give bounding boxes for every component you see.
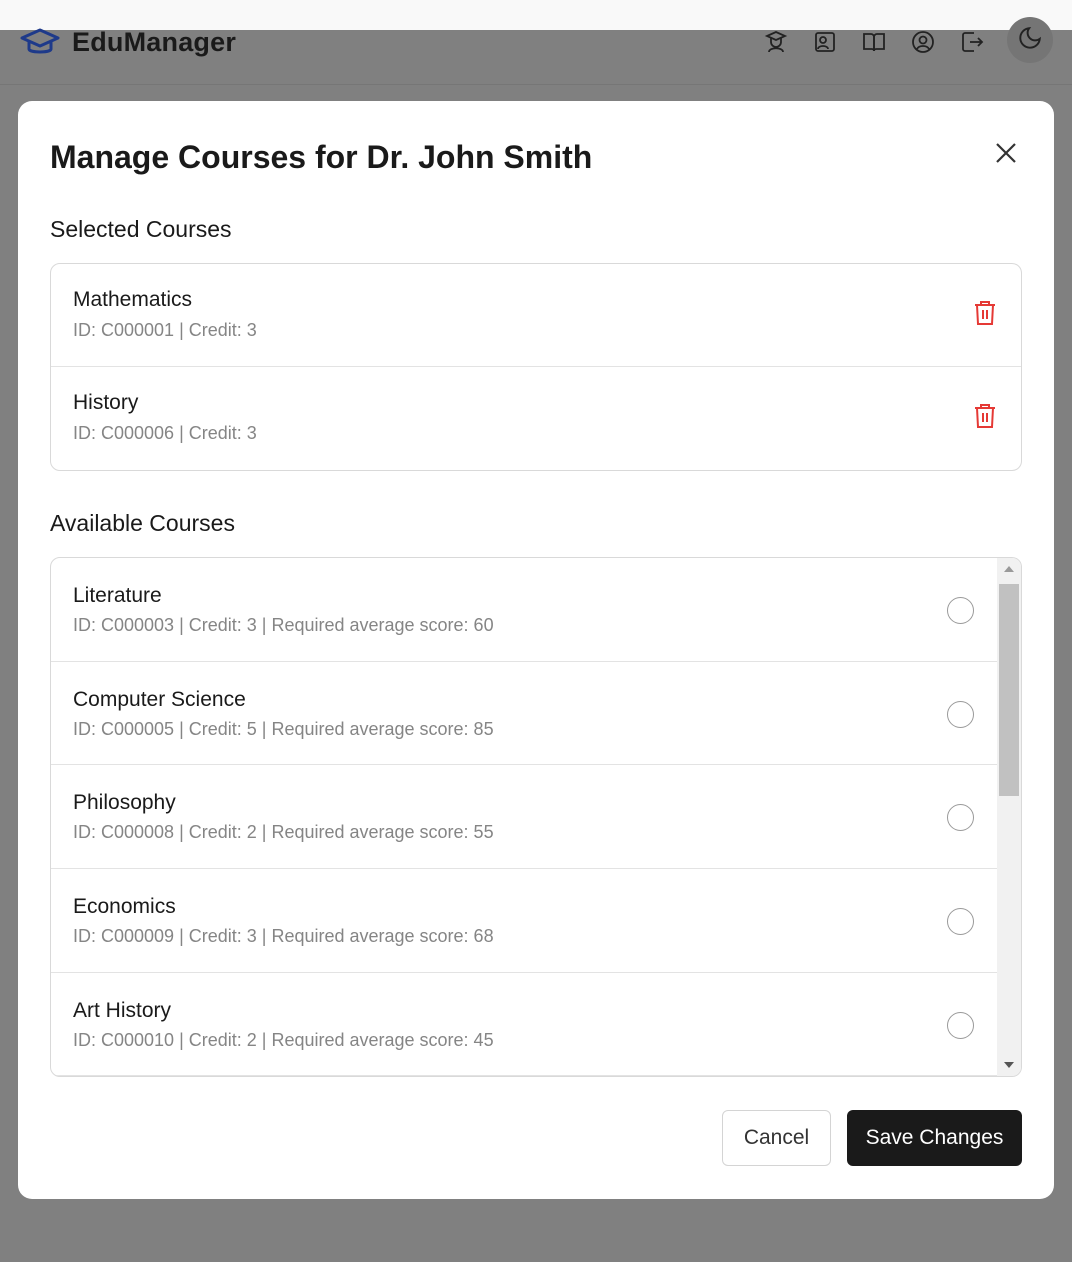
available-courses-heading: Available Courses bbox=[50, 510, 235, 536]
book-icon[interactable] bbox=[858, 30, 890, 54]
close-icon bbox=[994, 141, 1018, 170]
available-courses-list: Literature ID: C000003 | Credit: 3 | Req… bbox=[50, 557, 1022, 1077]
teacher-icon[interactable] bbox=[809, 30, 841, 54]
course-meta: ID: C000001 | Credit: 3 bbox=[73, 320, 257, 340]
course-select-radio[interactable] bbox=[947, 804, 974, 832]
course-select-radio[interactable] bbox=[947, 700, 974, 728]
available-course-row[interactable]: Literature ID: C000003 | Credit: 3 | Req… bbox=[51, 558, 997, 662]
remove-course-button[interactable] bbox=[972, 300, 998, 331]
course-name: Computer Science bbox=[73, 687, 246, 711]
brand-name: EduManager bbox=[72, 26, 237, 57]
moon-icon bbox=[1017, 25, 1043, 56]
selected-course-row: History ID: C000006 | Credit: 3 bbox=[51, 367, 1021, 470]
available-courses-scroll-area[interactable]: Literature ID: C000003 | Credit: 3 | Req… bbox=[51, 558, 997, 1076]
course-meta: ID: C000006 | Credit: 3 bbox=[73, 423, 257, 443]
available-course-row[interactable]: Art History ID: C000010 | Credit: 2 | Re… bbox=[51, 973, 997, 1076]
selected-courses-list: Mathematics ID: C000001 | Credit: 3 Hist… bbox=[50, 263, 1022, 471]
remove-course-button[interactable] bbox=[972, 403, 998, 434]
course-name: History bbox=[73, 391, 139, 414]
course-name: Art History bbox=[73, 998, 172, 1022]
course-name: Philosophy bbox=[73, 791, 176, 815]
logout-icon[interactable] bbox=[956, 30, 988, 54]
course-meta: ID: C000003 | Credit: 3 | Required avera… bbox=[73, 615, 494, 635]
selected-course-row: Mathematics ID: C000001 | Credit: 3 bbox=[51, 264, 1021, 367]
scroll-down-arrow-icon[interactable] bbox=[997, 1054, 1021, 1076]
brand[interactable]: EduManager bbox=[20, 22, 236, 62]
course-name: Literature bbox=[73, 584, 162, 607]
nav-icons bbox=[760, 30, 1005, 54]
trash-icon bbox=[974, 403, 996, 434]
available-course-row[interactable]: Computer Science ID: C000005 | Credit: 5… bbox=[51, 662, 997, 766]
course-meta: ID: C000008 | Credit: 2 | Required avera… bbox=[73, 822, 494, 843]
selected-courses-heading: Selected Courses bbox=[50, 216, 232, 242]
manage-courses-modal: Manage Courses for Dr. John Smith Select… bbox=[18, 101, 1054, 1199]
close-button[interactable] bbox=[992, 141, 1020, 169]
navbar: EduManager bbox=[0, 17, 1072, 85]
available-course-row[interactable]: Philosophy ID: C000008 | Credit: 2 | Req… bbox=[51, 765, 997, 870]
course-select-radio[interactable] bbox=[947, 1011, 974, 1039]
scroll-up-arrow-icon[interactable] bbox=[997, 558, 1021, 580]
scrollbar[interactable] bbox=[997, 558, 1021, 1076]
cancel-button[interactable]: Cancel bbox=[722, 1110, 831, 1166]
course-meta: ID: C000009 | Credit: 3 | Required avera… bbox=[73, 926, 494, 947]
course-meta: ID: C000010 | Credit: 2 | Required avera… bbox=[73, 1029, 494, 1050]
course-select-radio[interactable] bbox=[947, 908, 974, 936]
trash-icon bbox=[974, 300, 996, 331]
course-select-radio[interactable] bbox=[947, 597, 974, 624]
scrollbar-thumb[interactable] bbox=[999, 584, 1019, 796]
available-course-row[interactable]: Economics ID: C000009 | Credit: 3 | Requ… bbox=[51, 869, 997, 973]
modal-title: Manage Courses for Dr. John Smith bbox=[50, 139, 593, 175]
graduation-cap-icon bbox=[20, 27, 60, 57]
student-icon[interactable] bbox=[760, 30, 792, 54]
course-name: Mathematics bbox=[73, 288, 193, 311]
save-changes-button[interactable]: Save Changes bbox=[847, 1110, 1022, 1166]
course-meta: ID: C000005 | Credit: 5 | Required avera… bbox=[73, 718, 494, 739]
course-name: Economics bbox=[73, 895, 176, 919]
user-circle-icon[interactable] bbox=[907, 30, 939, 54]
theme-toggle-button[interactable] bbox=[1007, 17, 1053, 63]
